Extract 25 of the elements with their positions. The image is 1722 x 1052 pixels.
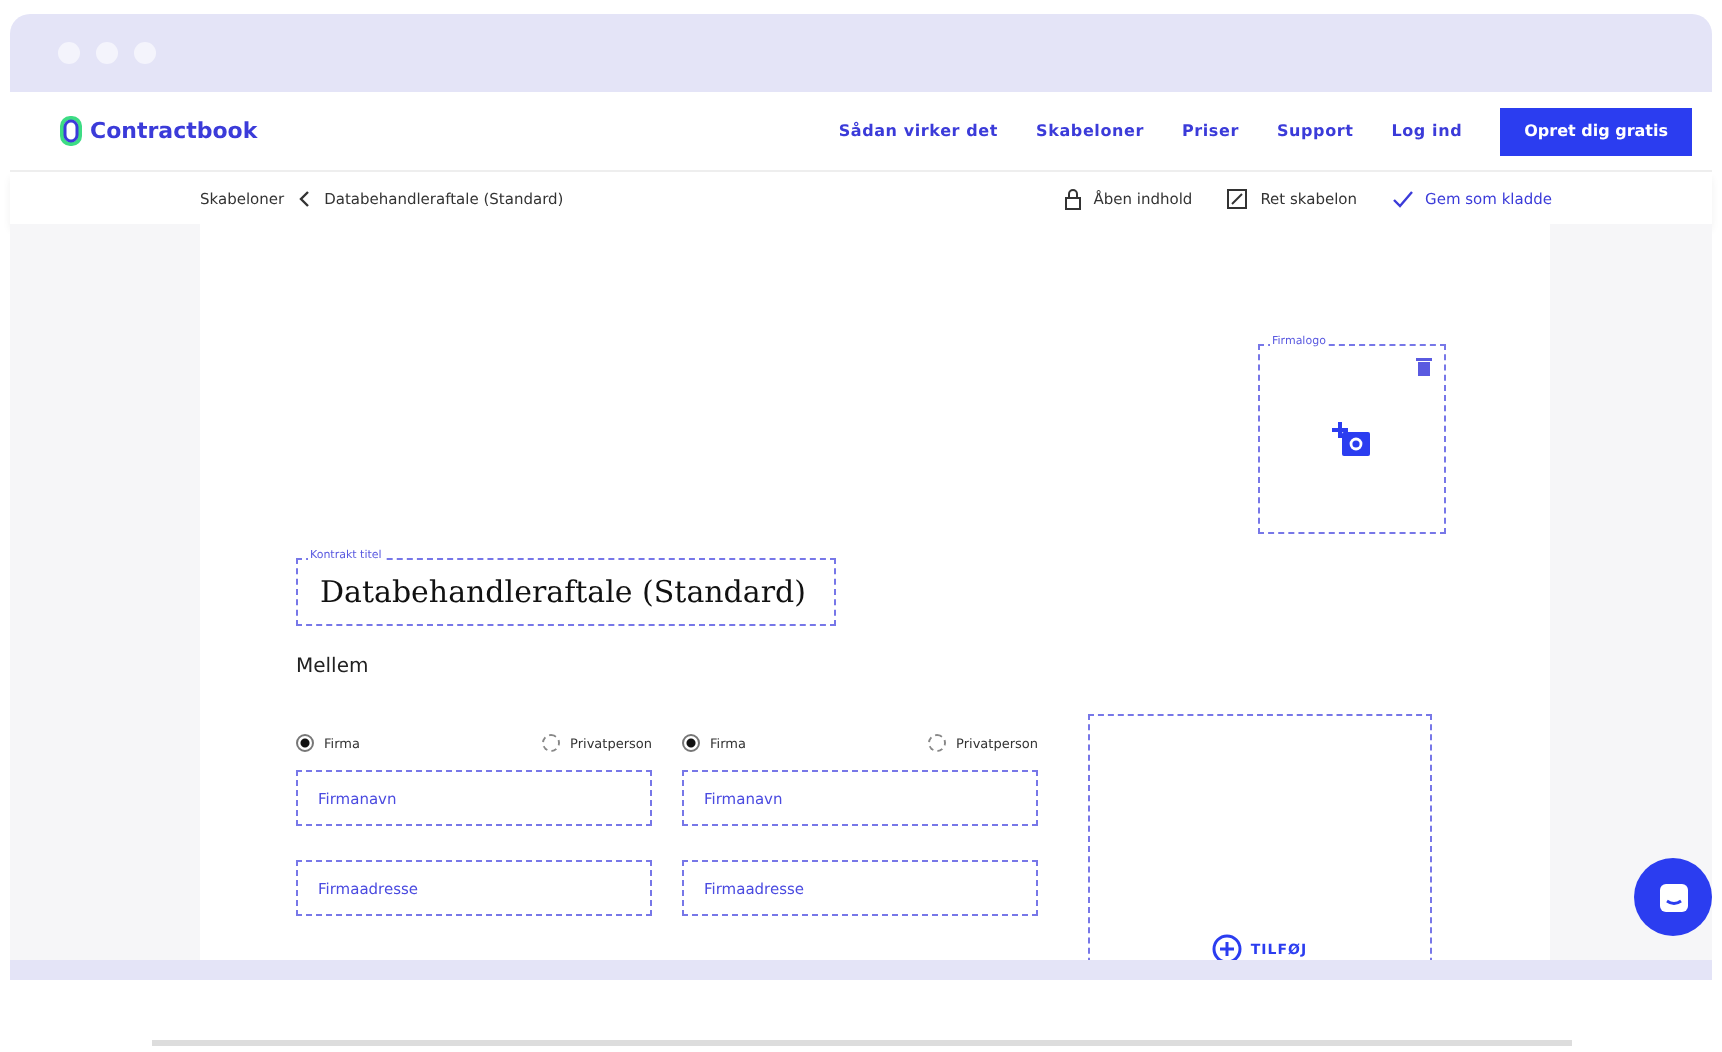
add-icon [1212,934,1243,960]
nav-link[interactable]: Support [1276,122,1354,140]
radio-button[interactable] [542,734,561,752]
nav-link[interactable]: Sådan virker det [838,122,999,140]
logo-icon [60,116,82,146]
contract-title: Databehandleraftale (Standard) [320,574,806,610]
chat-icon [1657,881,1689,913]
check-icon [1391,189,1414,207]
chevron-left-icon [298,189,311,207]
signup-button[interactable]: Opret dig gratis [1500,107,1692,155]
lock-icon [1063,187,1082,209]
edit-icon [1226,187,1249,209]
nav-link[interactable]: Priser [1181,122,1239,140]
radio-button[interactable] [682,734,700,752]
title-field[interactable]: Databehandleraftale (Standard) [296,558,836,626]
add-photo-icon[interactable] [1332,421,1372,457]
section-label: Mellem [296,656,371,678]
radio-button[interactable] [928,734,947,752]
trash-icon[interactable] [1416,356,1432,376]
logo-upload-box[interactable] [1258,344,1446,534]
nav-link[interactable]: Log ind [1391,122,1463,140]
chat-button[interactable] [1634,858,1712,936]
brand-name[interactable]: Contractbook [90,118,258,144]
nav-link[interactable]: Skabeloner [1036,122,1144,140]
radio-button[interactable] [296,734,314,752]
